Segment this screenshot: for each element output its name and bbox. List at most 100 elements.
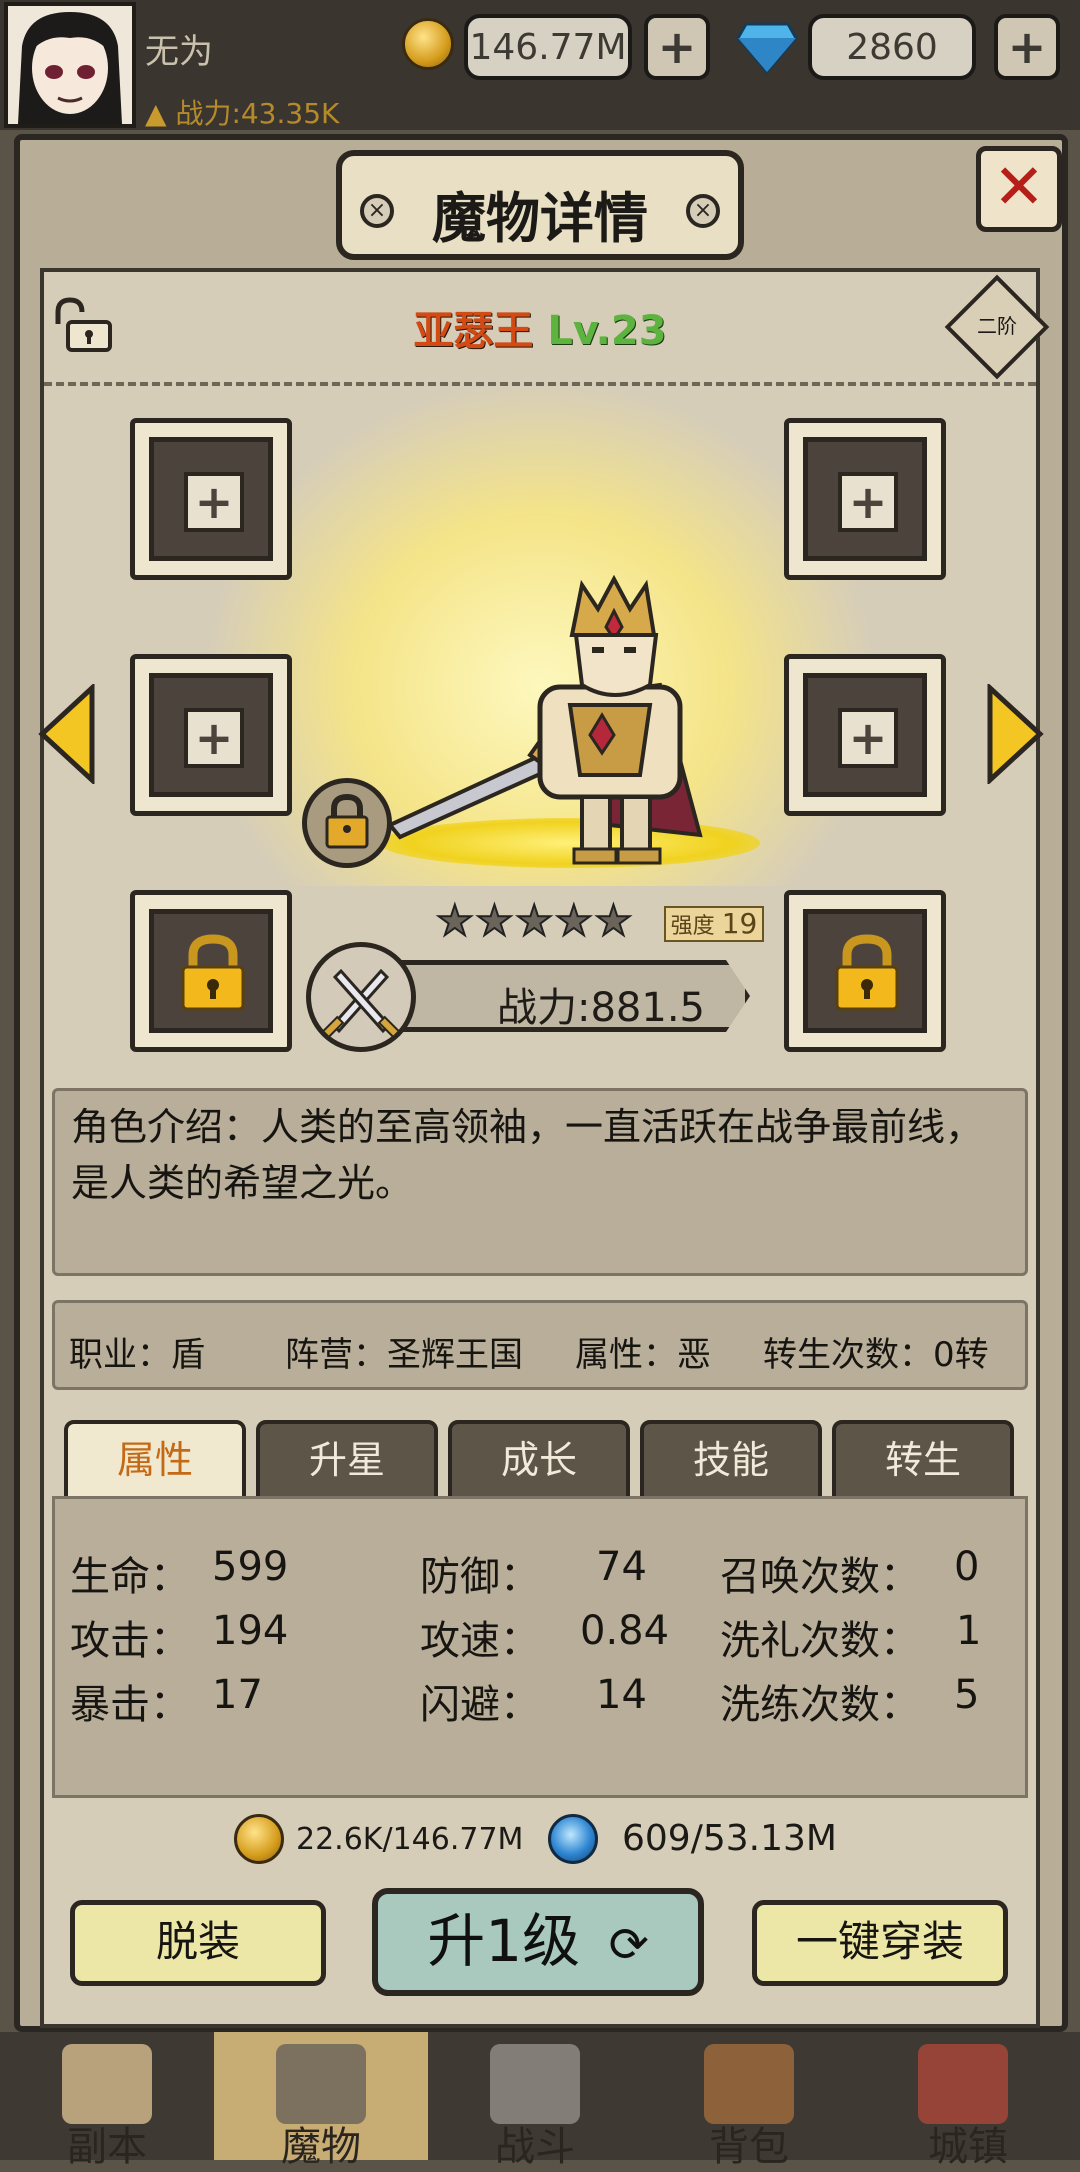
- attribute-info: 属性：恶: [575, 1335, 711, 1375]
- gold-coin-icon: [402, 18, 454, 70]
- weapon-lock-icon[interactable]: [302, 778, 392, 868]
- refine-value: 5: [954, 1672, 980, 1718]
- gem-display: 2860: [808, 14, 976, 80]
- star-icon: ★: [435, 895, 475, 946]
- nav-monster[interactable]: 魔物: [214, 2032, 428, 2170]
- dodge-label: 闪避：: [420, 1682, 540, 1728]
- padlock-icon: [835, 934, 899, 1011]
- equip-slot-5-locked[interactable]: [130, 890, 292, 1052]
- monster-description: 角色介绍：人类的至高领袖，一直活跃在战争最前线，是人类的希望之光。: [52, 1088, 1028, 1276]
- rank-text: 二阶: [977, 314, 1017, 338]
- player-power: ▲ 战力:43.35K: [145, 92, 339, 132]
- equip-slot-1[interactable]: +: [130, 418, 292, 580]
- player-avatar[interactable]: [4, 2, 136, 128]
- unequip-button[interactable]: 脱装: [70, 1900, 326, 1986]
- nav-town[interactable]: 城镇: [856, 2032, 1080, 2170]
- nav-bag[interactable]: 背包: [642, 2032, 856, 2170]
- strength-tag: 强度 19: [664, 906, 764, 942]
- add-equipment-icon: +: [184, 472, 244, 532]
- atk-label: 攻击：: [70, 1618, 190, 1664]
- upgrade-button[interactable]: 升1级 ⟳: [372, 1888, 704, 1996]
- dodge-value: 14: [596, 1672, 647, 1718]
- monster-level: Lv.23: [547, 308, 667, 354]
- hp-label: 生命：: [70, 1554, 190, 1600]
- def-label: 防御：: [420, 1554, 540, 1600]
- essence-orb-icon: [548, 1814, 598, 1864]
- refine-label: 洗练次数：: [720, 1682, 920, 1728]
- nav-dungeon[interactable]: 副本: [0, 2032, 214, 2170]
- baptism-label: 洗礼次数：: [720, 1618, 920, 1664]
- rebirth-info: 转生次数：0转: [763, 1335, 989, 1375]
- add-gem-button[interactable]: +: [994, 14, 1060, 80]
- add-equipment-icon: +: [838, 708, 898, 768]
- spd-label: 攻速：: [420, 1618, 540, 1664]
- star-icon: ★: [554, 895, 594, 946]
- add-equipment-icon: +: [838, 472, 898, 532]
- tab-growth[interactable]: 成长: [448, 1420, 630, 1500]
- prev-monster-arrow-icon[interactable]: [36, 682, 98, 786]
- next-monster-arrow-icon[interactable]: [984, 682, 1046, 786]
- crit-label: 暴击：: [70, 1682, 190, 1728]
- job-info: 职业：盾: [69, 1335, 205, 1375]
- strength-value: 19: [721, 907, 758, 940]
- add-equipment-icon: +: [184, 708, 244, 768]
- gold-coin-icon: [234, 1814, 284, 1864]
- nav-dungeon-label: 副本: [67, 2124, 147, 2170]
- star-icon: ★: [475, 895, 515, 946]
- star-icon: ★: [514, 895, 554, 946]
- star-icon: ★: [594, 895, 634, 946]
- equip-slot-2[interactable]: +: [784, 418, 946, 580]
- strength-label: 强度: [670, 914, 715, 939]
- backpack-icon: [704, 2044, 794, 2124]
- bolt-right-icon: ×: [686, 194, 720, 228]
- diamond-icon: [736, 20, 798, 75]
- gem-amount: 2860: [846, 26, 938, 68]
- crossed-swords-icon: [306, 942, 416, 1052]
- refresh-icon: ⟳: [608, 1917, 649, 1973]
- equip-all-button[interactable]: 一键穿装: [752, 1900, 1008, 1986]
- summon-value: 0: [954, 1544, 980, 1590]
- info-row: 职业：盾 阵营：圣辉王国 属性：恶 转生次数：0转: [52, 1300, 1028, 1390]
- nav-town-label: 城镇: [928, 2124, 1008, 2170]
- monster-name: 亚瑟王: [413, 308, 534, 354]
- combat-power-value: 战力:881.5: [497, 985, 705, 1031]
- tab-star-up[interactable]: 升星: [256, 1420, 438, 1500]
- spd-value: 0.84: [580, 1608, 670, 1654]
- town-castle-icon: [918, 2044, 1008, 2124]
- dungeon-map-icon: [62, 2044, 152, 2124]
- battle-swords-icon: [490, 2044, 580, 2124]
- monster-portrait: [370, 574, 770, 875]
- atk-value: 194: [212, 1608, 289, 1654]
- equip-slot-3[interactable]: +: [130, 654, 292, 816]
- nav-bag-label: 背包: [709, 2124, 789, 2170]
- nav-monster-label: 魔物: [281, 2124, 361, 2170]
- dialog-title: 魔物详情: [432, 187, 648, 250]
- player-power-value: 战力:43.35K: [175, 97, 340, 130]
- gold-cost: 22.6K/146.77M: [296, 1822, 524, 1857]
- def-value: 74: [596, 1544, 647, 1590]
- faction-info: 阵营：圣辉王国: [285, 1335, 523, 1375]
- monster-helmet-icon: [276, 2044, 366, 2124]
- crit-value: 17: [212, 1672, 263, 1718]
- close-button[interactable]: ✕: [976, 146, 1062, 232]
- tab-rebirth[interactable]: 转生: [832, 1420, 1014, 1500]
- nav-battle[interactable]: 战斗: [428, 2032, 642, 2170]
- equip-slot-4[interactable]: +: [784, 654, 946, 816]
- gold-amount: 146.77M: [469, 26, 627, 68]
- add-gold-button[interactable]: +: [644, 14, 710, 80]
- tab-skills[interactable]: 技能: [640, 1420, 822, 1500]
- padlock-icon: [181, 934, 245, 1011]
- essence-cost: 609/53.13M: [622, 1818, 837, 1859]
- hp-value: 599: [212, 1544, 289, 1590]
- baptism-value: 1: [956, 1608, 982, 1654]
- monster-title-row: 亚瑟王 Lv.23: [0, 298, 1080, 356]
- top-status-bar: 无为 ▲ 战力:43.35K 146.77M + 2860 +: [0, 0, 1080, 130]
- equip-slot-6-locked[interactable]: [784, 890, 946, 1052]
- nav-battle-label: 战斗: [495, 2124, 575, 2170]
- player-name: 无为: [145, 32, 213, 72]
- title-plate: × 魔物详情 ×: [336, 150, 744, 260]
- power-icon: ▲: [145, 97, 176, 130]
- upgrade-label: 升1级: [427, 1907, 581, 1975]
- tab-attributes[interactable]: 属性: [64, 1420, 246, 1500]
- summon-label: 召唤次数：: [720, 1554, 920, 1600]
